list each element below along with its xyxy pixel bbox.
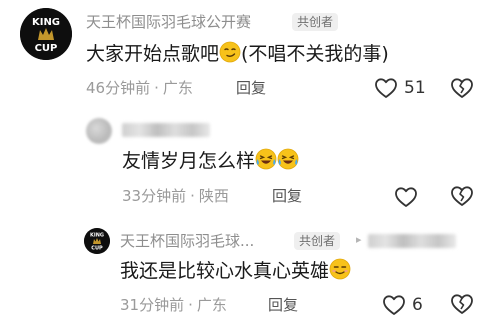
username[interactable]: 天王杯国际羽毛球公开赛	[86, 12, 251, 32]
reply-button[interactable]: 回复	[268, 295, 298, 315]
like-button[interactable]: 6	[382, 293, 423, 317]
comment-meta: 33分钟前 · 陕西	[122, 187, 229, 205]
dislike-button[interactable]	[450, 293, 474, 319]
logo-text-bottom: CUP	[35, 43, 58, 54]
comment-location: 陕西	[198, 187, 229, 205]
comment-text-main: 大家开始点歌吧	[86, 43, 220, 65]
comment-text-main: 友情岁月怎么样	[122, 150, 256, 172]
blurred-username[interactable]	[122, 123, 210, 137]
comment-text: 友情岁月怎么样	[122, 148, 299, 177]
like-button[interactable]: 51	[374, 76, 426, 100]
creator-badge: 共创者	[292, 13, 339, 31]
like-count: 51	[404, 78, 426, 98]
dislike-button[interactable]	[450, 77, 474, 103]
comment-meta: 31分钟前 · 广东	[120, 296, 227, 314]
tears-of-joy-emoji-icon	[255, 148, 299, 177]
logo-text-top: KING	[32, 17, 60, 28]
logo-text-bottom: CUP	[91, 246, 103, 252]
comment-text: 大家开始点歌吧 (不唱不关我的事)	[86, 41, 389, 70]
king-cup-logo: KING CUP	[20, 8, 72, 60]
king-cup-logo: KING CUP	[84, 228, 110, 254]
comment-text-main: 我还是比较心水真心英雄	[120, 260, 330, 282]
comment-meta: 46分钟前 · 广东	[86, 79, 193, 97]
comment-time: 46分钟前	[86, 79, 151, 97]
comment-text-suffix: (不唱不关我的事)	[241, 43, 389, 65]
comment-text: 我还是比较心水真心英雄	[120, 258, 351, 287]
smug-emoji-icon	[329, 258, 351, 287]
blurred-reply-target[interactable]	[368, 234, 456, 248]
avatar[interactable]: KING CUP	[20, 8, 72, 60]
broken-heart-icon	[451, 78, 473, 98]
comment-location: 广东	[196, 296, 227, 314]
comment-time: 31分钟前	[120, 296, 185, 314]
comment-item: KING CUP 天王杯国际羽毛球公开赛 共创者 大家开始点歌吧 (不唱不关我的事…	[0, 0, 500, 110]
reply-button[interactable]: 回复	[236, 78, 266, 98]
heart-outline-icon	[395, 187, 417, 207]
comment-time: 33分钟前	[122, 187, 187, 205]
heart-outline-icon	[383, 295, 405, 315]
reply-comment-item: KING CUP 天王杯国际羽毛球... 共创者 ▸ 我还是比较心水真心英雄 3…	[0, 220, 500, 324]
reply-to-arrow: ▸	[356, 233, 362, 246]
reply-comment-item: 友情岁月怎么样 33分钟前 · 陕西 回复	[0, 110, 500, 220]
reply-button[interactable]: 回复	[272, 186, 302, 206]
broken-heart-icon	[451, 186, 473, 206]
dislike-button[interactable]	[450, 185, 474, 211]
avatar[interactable]: KING CUP	[84, 228, 110, 254]
logo-text-top: KING	[90, 233, 104, 239]
blurred-avatar[interactable]	[86, 118, 112, 144]
like-button[interactable]	[394, 185, 418, 209]
heart-outline-icon	[375, 78, 397, 98]
creator-badge: 共创者	[294, 232, 341, 250]
username[interactable]: 天王杯国际羽毛球...	[120, 231, 254, 251]
comment-location: 广东	[162, 79, 193, 97]
smirk-emoji-icon	[219, 41, 241, 70]
broken-heart-icon	[451, 294, 473, 314]
like-count: 6	[412, 295, 423, 315]
